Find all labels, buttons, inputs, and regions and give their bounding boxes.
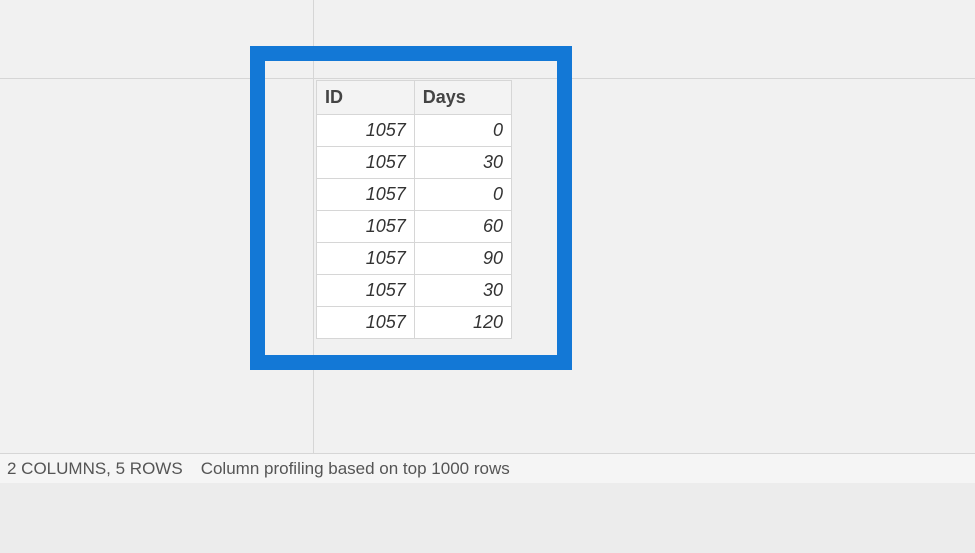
status-bar: 2 COLUMNS, 5 ROWS Column profiling based…: [0, 453, 975, 483]
bottom-area: [0, 483, 975, 553]
status-columns-rows: 2 COLUMNS, 5 ROWS: [7, 459, 183, 479]
highlight-annotation: [250, 46, 572, 370]
status-profiling: Column profiling based on top 1000 rows: [201, 459, 510, 479]
